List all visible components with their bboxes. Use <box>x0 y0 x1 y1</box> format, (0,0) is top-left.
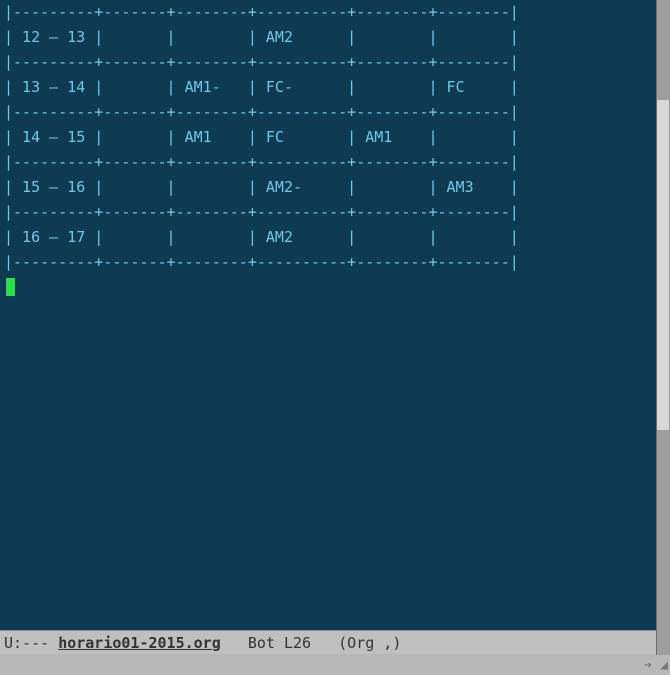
text-cursor <box>6 278 15 296</box>
resize-arrow-icon: ➔ <box>644 658 652 673</box>
editor-area[interactable]: |---------+-------+--------+----------+-… <box>0 0 656 630</box>
modeline-modes: (Org ,) <box>338 634 401 652</box>
modeline-filename: horario01-2015.org <box>58 634 221 652</box>
emacs-frame: |---------+-------+--------+----------+-… <box>0 0 670 675</box>
buffer-text: |---------+-------+--------+----------+-… <box>0 0 656 275</box>
modeline-status: U:--- <box>4 634 58 652</box>
scrollbar-thumb[interactable] <box>657 100 669 430</box>
resize-grip-icon[interactable]: ◢ <box>660 658 668 673</box>
vertical-scrollbar[interactable] <box>656 0 670 655</box>
mode-line[interactable]: U:--- horario01-2015.org Bot L26 (Org ,) <box>0 630 656 654</box>
window-bottom-strip: ➔ ◢ <box>0 655 670 675</box>
modeline-position: Bot L26 <box>221 634 338 652</box>
